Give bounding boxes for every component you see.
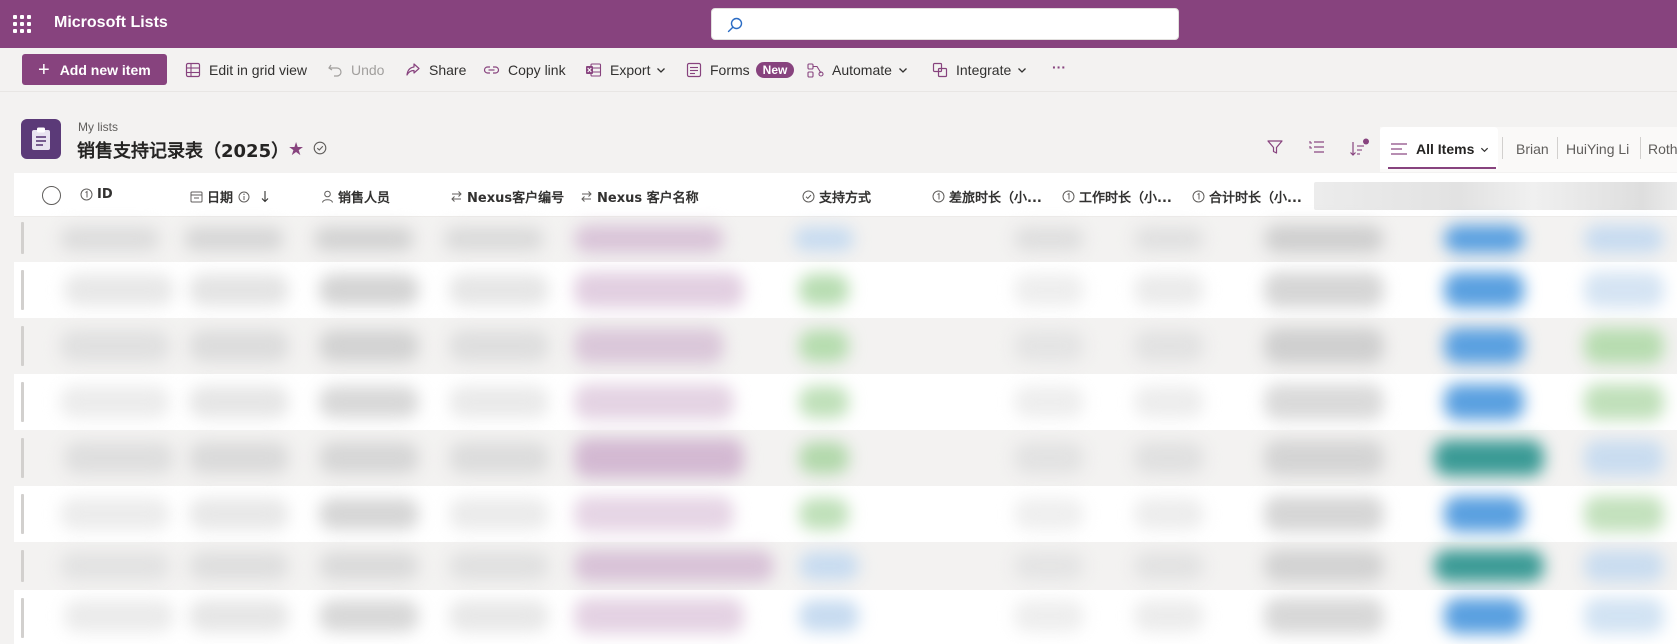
share-icon [406, 63, 420, 76]
integrate-icon [932, 62, 948, 78]
number-icon [932, 190, 945, 203]
column-header-label: ID [97, 187, 113, 202]
lookup-icon [581, 191, 592, 202]
select-all-checkbox[interactable] [42, 186, 61, 205]
edit-in-grid-view-button[interactable]: Edit in grid view [185, 60, 307, 80]
column-header-label: 合计时长（小... [1209, 191, 1302, 206]
column-header-nexus-customer-name[interactable]: Nexus 客户名称 [580, 187, 699, 206]
column-header-nexus-customer-id[interactable]: Nexus客户编号 [450, 187, 564, 206]
automate-label: Automate [832, 62, 892, 78]
forms-icon [686, 62, 702, 78]
search-icon [727, 17, 743, 33]
automate-icon [807, 63, 824, 78]
status-check-icon[interactable] [313, 141, 327, 155]
list-row[interactable] [14, 374, 1677, 430]
column-header-salesperson[interactable]: 销售人员 [321, 187, 390, 206]
list-row[interactable] [14, 486, 1677, 542]
filter-icon[interactable] [1266, 138, 1284, 156]
view-list-icon [1391, 143, 1407, 155]
chevron-down-icon [657, 68, 666, 73]
view-tab-brian[interactable]: Brian [1516, 141, 1549, 157]
number-icon [1062, 190, 1075, 203]
list-row[interactable] [14, 430, 1677, 486]
undo-button[interactable]: Undo [327, 60, 384, 80]
undo-icon [328, 64, 342, 77]
person-icon [322, 190, 333, 203]
list-grid: ID 日期 销售人员 Nexus客户编号 Nexus 客户名称 支持方式 差旅时… [14, 173, 1677, 644]
forms-label: Forms [710, 62, 750, 78]
column-header-label: 销售人员 [338, 191, 391, 206]
grid-icon [185, 62, 201, 78]
list-title[interactable]: 销售支持记录表（2025） [77, 137, 289, 163]
column-header-blurred [1314, 182, 1677, 210]
list-row[interactable] [14, 590, 1677, 644]
undo-label: Undo [351, 62, 385, 78]
column-header-label: Nexus客户编号 [467, 191, 565, 206]
copy-link-button[interactable]: Copy link [483, 60, 566, 80]
lookup-icon [451, 191, 462, 202]
view-tab-huiying-li[interactable]: HuiYing Li [1566, 141, 1629, 157]
favorite-star-icon[interactable]: ★ [288, 139, 304, 160]
new-badge: New [755, 62, 795, 78]
list-icon [21, 119, 61, 159]
list-row[interactable] [14, 542, 1677, 590]
forms-button[interactable]: Forms New [686, 60, 795, 80]
add-new-item-label: Add new item [59, 61, 151, 78]
list-row[interactable] [14, 217, 1677, 262]
search-input[interactable] [748, 9, 1168, 39]
number-icon [1192, 190, 1205, 203]
view-tab-label: All Items [1416, 141, 1475, 157]
column-header-label: 支持方式 [819, 191, 872, 206]
more-options-button[interactable]: ··· [1052, 57, 1066, 77]
excel-icon [586, 63, 602, 77]
app-header-bar: Microsoft Lists [0, 0, 1677, 48]
choice-icon [802, 190, 815, 203]
search-box[interactable] [711, 8, 1179, 40]
automate-button[interactable]: Automate [807, 60, 916, 80]
column-header-label: 差旅时长（小... [949, 191, 1042, 206]
breadcrumb-my-lists[interactable]: My lists [78, 120, 118, 134]
chevron-down-icon [898, 68, 907, 73]
command-bar: + Add new item Edit in grid view Undo Sh… [0, 48, 1677, 92]
column-header-label: 日期 [207, 191, 234, 206]
group-by-icon[interactable] [1308, 138, 1326, 156]
share-button[interactable]: Share [405, 60, 466, 80]
chevron-down-icon [1480, 147, 1489, 153]
integrate-button[interactable]: Integrate [932, 60, 1035, 80]
sort-descending-icon [261, 191, 269, 203]
link-icon [483, 66, 500, 74]
column-header-label: 工作时长（小... [1079, 191, 1172, 206]
app-launcher-icon[interactable] [13, 15, 31, 33]
column-header-travel-hours[interactable]: 差旅时长（小... [932, 187, 1042, 206]
chevron-down-icon [1018, 68, 1027, 73]
copy-link-label: Copy link [508, 62, 566, 78]
info-icon[interactable] [238, 191, 250, 203]
column-header-support-type[interactable]: 支持方式 [802, 187, 871, 206]
number-icon [80, 188, 93, 201]
column-header-date[interactable]: 日期 [190, 187, 274, 206]
share-label: Share [429, 62, 467, 78]
sort-icon[interactable] [1349, 138, 1371, 158]
plus-icon: + [38, 58, 50, 81]
add-new-item-button[interactable]: + Add new item [22, 54, 167, 85]
export-button[interactable]: Export [585, 60, 674, 80]
column-header-label: Nexus 客户名称 [597, 191, 699, 206]
column-header-work-hours[interactable]: 工作时长（小... [1062, 187, 1172, 206]
column-header-row: ID 日期 销售人员 Nexus客户编号 Nexus 客户名称 支持方式 差旅时… [14, 173, 1677, 217]
app-title[interactable]: Microsoft Lists [54, 14, 168, 32]
integrate-label: Integrate [956, 62, 1012, 78]
view-tab-roth[interactable]: Roth [1648, 141, 1677, 157]
list-row[interactable] [14, 262, 1677, 318]
edit-in-grid-view-label: Edit in grid view [209, 62, 308, 78]
column-header-total-hours[interactable]: 合计时长（小... [1192, 187, 1302, 206]
column-header-id[interactable]: ID [80, 187, 113, 202]
calendar-icon [190, 191, 203, 203]
export-label: Export [610, 62, 651, 78]
list-row[interactable] [14, 318, 1677, 374]
view-tab-all-items[interactable]: All Items [1380, 127, 1498, 169]
